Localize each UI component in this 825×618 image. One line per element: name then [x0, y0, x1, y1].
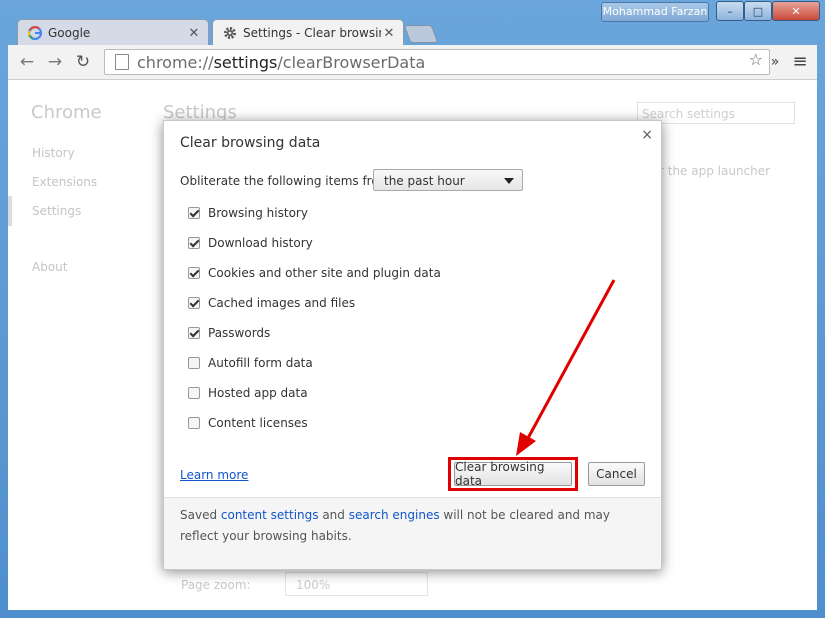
back-button[interactable]: ← — [16, 52, 38, 72]
tab-label: Settings - Clear browsing data — [243, 26, 381, 40]
checkbox[interactable] — [188, 357, 200, 369]
dialog-footer: Saved content settings and search engine… — [164, 497, 661, 569]
checkbox[interactable] — [188, 417, 200, 429]
dropdown-arrow-icon — [504, 178, 514, 184]
gear-icon — [224, 27, 236, 39]
dialog-title: Clear browsing data — [180, 135, 321, 151]
maximize-button[interactable]: □ — [744, 1, 772, 21]
search-engines-link[interactable]: search engines — [349, 508, 440, 522]
new-tab-button[interactable] — [403, 25, 439, 43]
sidebar-item-about[interactable]: About — [32, 260, 67, 274]
option-label: Cookies and other site and plugin data — [208, 266, 441, 280]
address-bar[interactable]: chrome://settings/clearBrowserData ☆ — [104, 49, 770, 75]
page-icon — [115, 54, 129, 70]
overflow-chevron-icon[interactable]: » — [764, 52, 786, 72]
checkbox[interactable] — [188, 267, 200, 279]
option-label: Download history — [208, 236, 313, 250]
option-download-history[interactable]: Download history — [188, 235, 313, 251]
close-tab-icon[interactable]: ✕ — [381, 26, 397, 41]
url-path: /clearBrowserData — [277, 52, 426, 72]
minimize-button[interactable]: – — [716, 1, 744, 21]
app-title: Chrome — [31, 102, 102, 123]
option-cookies[interactable]: Cookies and other site and plugin data — [188, 265, 441, 281]
option-label: Browsing history — [208, 206, 308, 220]
option-label: Content licenses — [208, 416, 308, 430]
obliterate-label: Obliterate the following items from: — [180, 174, 395, 188]
footer-text: Saved — [180, 508, 221, 522]
checkbox[interactable] — [188, 207, 200, 219]
partial-setting-text: r the app launcher — [659, 164, 771, 178]
option-label: Passwords — [208, 326, 271, 340]
sidebar-item-history[interactable]: History — [32, 146, 75, 160]
time-range-select[interactable]: the past hour — [373, 169, 523, 191]
menu-button[interactable]: ≡ — [789, 52, 811, 72]
bookmark-star-icon[interactable]: ☆ — [749, 50, 763, 69]
checkbox[interactable] — [188, 237, 200, 249]
option-autofill[interactable]: Autofill form data — [188, 355, 313, 371]
option-label: Hosted app data — [208, 386, 308, 400]
reload-button[interactable]: ↻ — [72, 52, 94, 72]
url-host: settings — [213, 52, 278, 72]
page-zoom-label: Page zoom: — [181, 578, 251, 592]
checkbox[interactable] — [188, 387, 200, 399]
cancel-button[interactable]: Cancel — [588, 462, 645, 486]
url-scheme: chrome:// — [137, 52, 214, 72]
clear-browsing-data-button[interactable]: Clear browsing data — [454, 460, 572, 488]
content-settings-link[interactable]: content settings — [221, 508, 319, 522]
option-passwords[interactable]: Passwords — [188, 325, 270, 341]
close-icon[interactable]: × — [641, 127, 653, 143]
page-zoom-select[interactable]: 100% — [285, 572, 428, 596]
tab-google[interactable]: Google ✕ — [17, 19, 209, 46]
close-tab-icon[interactable]: ✕ — [186, 26, 202, 41]
toolbar: ← → ↻ chrome://settings/clearBrowserData… — [8, 45, 817, 80]
user-badge[interactable]: Mohammad Farzan — [601, 2, 709, 22]
option-cached-images[interactable]: Cached images and files — [188, 295, 355, 311]
nav-selection-marker — [8, 196, 12, 226]
clear-browsing-data-dialog: Clear browsing data × Obliterate the fol… — [163, 120, 662, 570]
close-window-button[interactable]: ✕ — [772, 1, 820, 21]
option-label: Autofill form data — [208, 356, 313, 370]
learn-more-link[interactable]: Learn more — [180, 468, 248, 482]
tab-settings[interactable]: Settings - Clear browsing data ✕ — [212, 19, 404, 46]
forward-button[interactable]: → — [44, 52, 66, 72]
footer-text: and — [318, 508, 349, 522]
option-browsing-history[interactable]: Browsing history — [188, 205, 308, 221]
sidebar-item-settings[interactable]: Settings — [32, 204, 81, 218]
option-label: Cached images and files — [208, 296, 356, 310]
checkbox[interactable] — [188, 327, 200, 339]
checkbox[interactable] — [188, 297, 200, 309]
tab-label: Google — [48, 26, 91, 40]
option-hosted-app-data[interactable]: Hosted app data — [188, 385, 308, 401]
option-content-licenses[interactable]: Content licenses — [188, 415, 308, 431]
google-g-icon — [28, 26, 42, 40]
sidebar-item-extensions[interactable]: Extensions — [32, 175, 97, 189]
time-range-value: the past hour — [384, 174, 465, 188]
